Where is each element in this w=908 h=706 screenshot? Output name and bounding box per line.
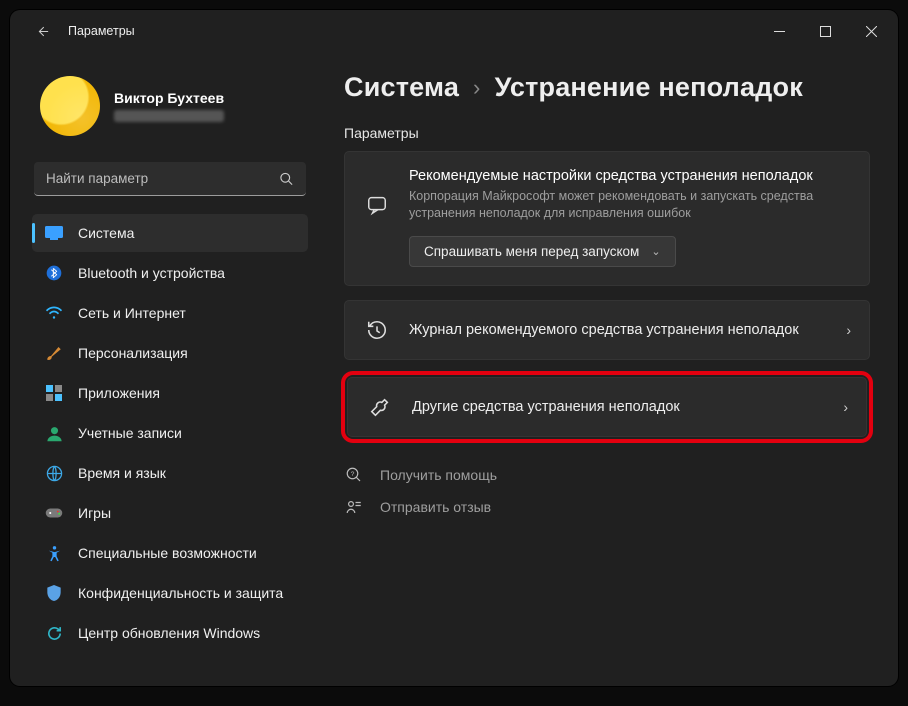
help-link[interactable]: ? Получить помощь	[344, 466, 870, 484]
help-label: Получить помощь	[380, 467, 497, 483]
nav-label: Конфиденциальность и защита	[78, 585, 283, 601]
nav-item-windows-update[interactable]: Центр обновления Windows	[32, 614, 308, 652]
main-content: Система › Устранение неполадок Параметры…	[320, 52, 898, 686]
section-label: Параметры	[344, 125, 870, 141]
nav-label: Персонализация	[78, 345, 188, 361]
search-box	[34, 162, 306, 196]
chat-icon	[363, 194, 391, 216]
nav-item-accessibility[interactable]: Специальные возможности	[32, 534, 308, 572]
bluetooth-icon	[44, 263, 64, 283]
search-input[interactable]	[34, 162, 306, 196]
window-title: Параметры	[68, 24, 135, 38]
nav-item-time-language[interactable]: Время и язык	[32, 454, 308, 492]
nav-label: Сеть и Интернет	[78, 305, 186, 321]
nav-item-privacy[interactable]: Конфиденциальность и защита	[32, 574, 308, 612]
apps-icon	[44, 383, 64, 403]
dropdown-value: Спрашивать меня перед запуском	[424, 244, 639, 259]
crumb-root[interactable]: Система	[344, 72, 459, 103]
user-icon	[44, 423, 64, 443]
profile-block[interactable]: Виктор Бухтеев	[28, 52, 312, 156]
nav-label: Специальные возможности	[78, 545, 257, 561]
nav-label: Учетные записи	[78, 425, 182, 441]
sidebar: Виктор Бухтеев Система Bluetooth и устро…	[10, 52, 320, 686]
feedback-icon	[344, 498, 364, 516]
update-icon	[44, 623, 64, 643]
nav-label: Время и язык	[78, 465, 166, 481]
maximize-button[interactable]	[802, 10, 848, 52]
feedback-link[interactable]: Отправить отзыв	[344, 498, 870, 516]
settings-window: Параметры Виктор Бухтеев	[10, 10, 898, 686]
avatar	[40, 76, 100, 136]
help-icon: ?	[344, 466, 364, 484]
nav-item-system[interactable]: Система	[32, 214, 308, 252]
nav-label: Приложения	[78, 385, 160, 401]
nav-item-network[interactable]: Сеть и Интернет	[32, 294, 308, 332]
recommended-title: Рекомендуемые настройки средства устране…	[409, 168, 851, 184]
feedback-label: Отправить отзыв	[380, 499, 491, 515]
accessibility-icon	[44, 543, 64, 563]
crumb-leaf: Устранение неполадок	[495, 72, 803, 103]
globe-icon	[44, 463, 64, 483]
chevron-right-icon: ›	[846, 322, 851, 338]
system-icon	[44, 223, 64, 243]
history-row[interactable]: Журнал рекомендуемого средства устранени…	[344, 300, 870, 360]
nav-label: Bluetooth и устройства	[78, 265, 225, 281]
gamepad-icon	[44, 503, 64, 523]
recommended-dropdown[interactable]: Спрашивать меня перед запуском ⌄	[409, 236, 676, 267]
other-label: Другие средства устранения неполадок	[412, 399, 825, 415]
wifi-icon	[44, 303, 64, 323]
chevron-down-icon: ⌄	[651, 245, 660, 258]
titlebar: Параметры	[10, 10, 898, 52]
shield-icon	[44, 583, 64, 603]
nav-item-apps[interactable]: Приложения	[32, 374, 308, 412]
minimize-button[interactable]	[756, 10, 802, 52]
recommended-settings-card: Рекомендуемые настройки средства устране…	[344, 151, 870, 286]
brush-icon	[44, 343, 64, 363]
svg-text:?: ?	[351, 471, 355, 478]
profile-name: Виктор Бухтеев	[114, 90, 224, 106]
nav-label: Система	[78, 225, 134, 241]
breadcrumb: Система › Устранение неполадок	[344, 72, 870, 103]
window-body: Виктор Бухтеев Система Bluetooth и устро…	[10, 52, 898, 686]
close-button[interactable]	[848, 10, 894, 52]
nav-item-personalization[interactable]: Персонализация	[32, 334, 308, 372]
search-icon	[279, 172, 294, 187]
chevron-right-icon: ›	[473, 75, 481, 101]
footer-links: ? Получить помощь Отправить отзыв	[344, 466, 870, 516]
recommended-body: Рекомендуемые настройки средства устране…	[409, 168, 851, 267]
history-icon	[363, 319, 391, 341]
wrench-icon	[366, 396, 394, 418]
recommended-subtitle: Корпорация Майкрософт может рекомендоват…	[409, 188, 851, 222]
profile-text: Виктор Бухтеев	[114, 90, 224, 122]
nav-label: Игры	[78, 505, 111, 521]
other-troubleshooters-highlight: Другие средства устранения неполадок ›	[344, 374, 870, 440]
nav-item-gaming[interactable]: Игры	[32, 494, 308, 532]
other-troubleshooters-row[interactable]: Другие средства устранения неполадок ›	[347, 377, 867, 437]
nav-list: Система Bluetooth и устройства Сеть и Ин…	[28, 210, 312, 656]
nav-label: Центр обновления Windows	[78, 625, 260, 641]
chevron-right-icon: ›	[843, 399, 848, 415]
nav-item-accounts[interactable]: Учетные записи	[32, 414, 308, 452]
history-label: Журнал рекомендуемого средства устранени…	[409, 322, 828, 338]
nav-item-bluetooth[interactable]: Bluetooth и устройства	[32, 254, 308, 292]
window-controls	[756, 10, 894, 52]
profile-email-redacted	[114, 110, 224, 122]
back-button[interactable]	[28, 17, 56, 45]
